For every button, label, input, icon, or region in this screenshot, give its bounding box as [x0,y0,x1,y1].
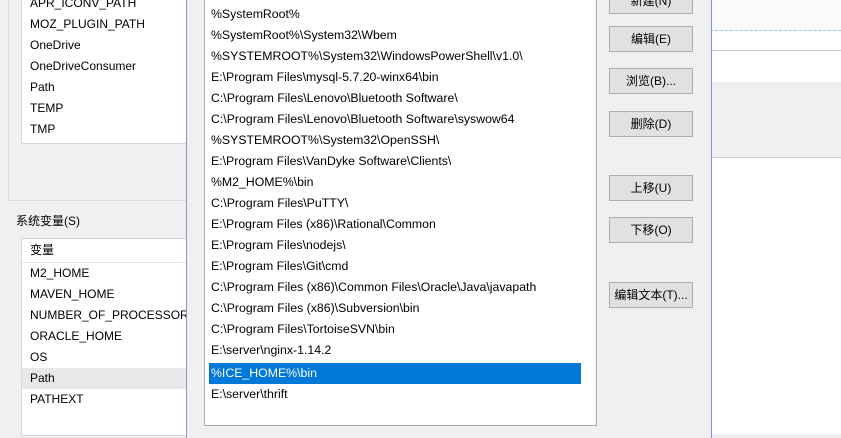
user-var-item[interactable]: APR_ICONV_PATH [22,0,197,14]
path-entry[interactable]: E:\Program Files\nodejs\ [209,235,581,256]
env-vars-window: APR_ICONV_PATH MOZ_PLUGIN_PATH OneDrive … [0,0,199,436]
browse-button[interactable]: 浏览(B)... [609,68,693,94]
system-vars-label: 系统变量(S) [16,214,80,228]
path-entry[interactable]: E:\server\thrift [209,384,581,405]
system-var-item[interactable]: ORACLE_HOME [22,326,197,347]
path-entry[interactable]: C:\Program Files\PuTTY\ [209,193,581,214]
path-entry[interactable]: %SYSTEMROOT%\System32\WindowsPowerShell\… [209,46,581,67]
path-entry[interactable]: E:\Program Files\VanDyke Software\Client… [209,151,581,172]
path-entry[interactable]: E:\Program Files\Git\cmd [209,256,581,277]
system-var-item-selected[interactable]: Path [22,368,197,389]
background-panel [710,82,841,158]
system-var-item[interactable]: PATHEXT [22,389,197,410]
path-entry[interactable]: E:\Program Files\mysql-5.7.20-winx64\bin [209,67,581,88]
delete-button[interactable]: 删除(D) [609,111,693,137]
move-up-button[interactable]: 上移(U) [609,175,693,201]
vertical-scrollbar[interactable]: ▼ [595,0,596,425]
system-var-item[interactable]: M2_HOME [22,263,197,284]
user-var-item[interactable]: TMP [22,119,197,140]
path-entry[interactable]: C:\Program Files\Lenovo\Bluetooth Softwa… [209,109,581,130]
path-entry[interactable]: C:\Program Files\TortoiseSVN\bin [209,319,581,340]
path-entry[interactable]: C:\Program Files (x86)\Common Files\Orac… [209,277,581,298]
edit-button[interactable]: 编辑(E) [609,26,693,52]
system-vars-column-header[interactable]: 变量 [22,239,197,263]
path-entry[interactable]: C:\Program Files\Lenovo\Bluetooth Softwa… [209,88,581,109]
path-entry[interactable]: %M2_HOME%\bin [209,172,581,193]
user-var-item[interactable]: MOZ_PLUGIN_PATH [22,14,197,35]
system-var-item[interactable]: OS [22,347,197,368]
path-entry[interactable]: C:\Program Files (x86)\Subversion\bin [209,298,581,319]
background-field [710,30,841,51]
background-window-right [710,0,841,434]
move-down-button[interactable]: 下移(O) [609,217,693,243]
user-var-item[interactable]: OneDriveConsumer [22,56,197,77]
path-entry[interactable]: E:\server\nginx-1.14.2 [209,340,581,361]
system-var-item[interactable]: NUMBER_OF_PROCESSORS [22,305,197,326]
new-button[interactable]: 新建(N) [609,0,693,14]
user-vars-list[interactable]: APR_ICONV_PATH MOZ_PLUGIN_PATH OneDrive … [21,0,198,144]
user-var-item[interactable]: TEMP [22,98,197,119]
path-entry-selected[interactable]: %ICE_HOME%\bin [209,363,581,384]
system-vars-list[interactable]: 变量 M2_HOME MAVEN_HOME NUMBER_OF_PROCESSO… [21,238,198,436]
path-entry[interactable]: %SystemRoot% [209,4,581,25]
user-var-item[interactable]: OneDrive [22,35,197,56]
user-var-item[interactable]: Path [22,77,197,98]
edit-text-button[interactable]: 编辑文本(T)... [609,282,693,308]
path-entry[interactable]: %SystemRoot%\System32\Wbem [209,25,581,46]
path-entry[interactable]: %SYSTEMROOT%\System32\OpenSSH\ [209,130,581,151]
path-entries-list[interactable]: %SystemRoot% %SystemRoot%\System32\Wbem … [204,0,597,426]
path-entry[interactable]: E:\Program Files (x86)\Rational\Common [209,214,581,235]
edit-env-var-dialog: %SystemRoot% %SystemRoot%\System32\Wbem … [186,0,712,438]
background-field [710,0,841,31]
system-var-item[interactable]: MAVEN_HOME [22,284,197,305]
